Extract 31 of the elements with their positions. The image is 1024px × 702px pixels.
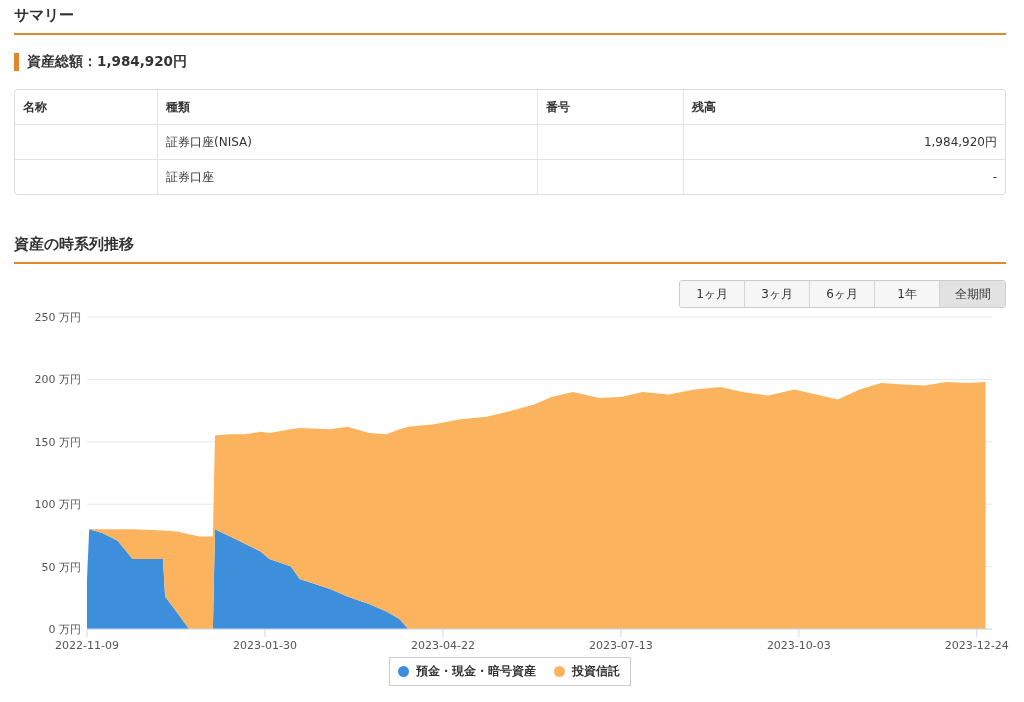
column-header: 番号 — [538, 90, 684, 125]
axis-label: 2022-11-09 — [55, 639, 119, 652]
accent-bar — [14, 53, 19, 71]
section-title: サマリー — [14, 6, 1006, 35]
axis-label: 2023-10-03 — [766, 639, 831, 652]
range-button[interactable]: 1ヶ月 — [680, 281, 745, 307]
axis-label: 200 万円 — [34, 373, 81, 387]
table-cell: 証券口座(NISA) — [166, 134, 252, 149]
table-cell: 1,984,920円 — [923, 134, 997, 149]
axis-label: 250 万円 — [34, 311, 81, 324]
section-title: 資産の時系列推移 — [14, 235, 1006, 264]
total-assets: 資産総額：1,984,920円 — [27, 53, 187, 71]
axis-label: 50 万円 — [41, 560, 81, 574]
range-button[interactable]: 1年 — [875, 281, 940, 307]
axis-label: 2023-07-13 — [588, 639, 653, 652]
axis-label: 2023-04-22 — [410, 639, 475, 652]
table-cell: - — [992, 170, 997, 184]
column-header: 残高 — [684, 90, 1005, 125]
table-cell: 証券口座 — [166, 169, 214, 184]
axis-label: 100 万円 — [34, 498, 81, 512]
range-button[interactable]: 全期間 — [940, 281, 1005, 307]
legend-label[interactable]: 投資信託 — [572, 663, 620, 680]
legend-label[interactable]: 預金・現金・暗号資産 — [416, 663, 536, 680]
range-button[interactable]: 3ヶ月 — [745, 281, 810, 307]
axis-label: 2023-01-30 — [233, 639, 297, 652]
column-header: 名称 — [15, 90, 158, 125]
axis-label: 0 万円 — [48, 623, 81, 636]
range-button[interactable]: 6ヶ月 — [810, 281, 875, 307]
axis-label: 2023-12-24 — [944, 639, 1009, 652]
column-header: 種類 — [158, 90, 538, 125]
axis-label: 150 万円 — [34, 435, 81, 449]
